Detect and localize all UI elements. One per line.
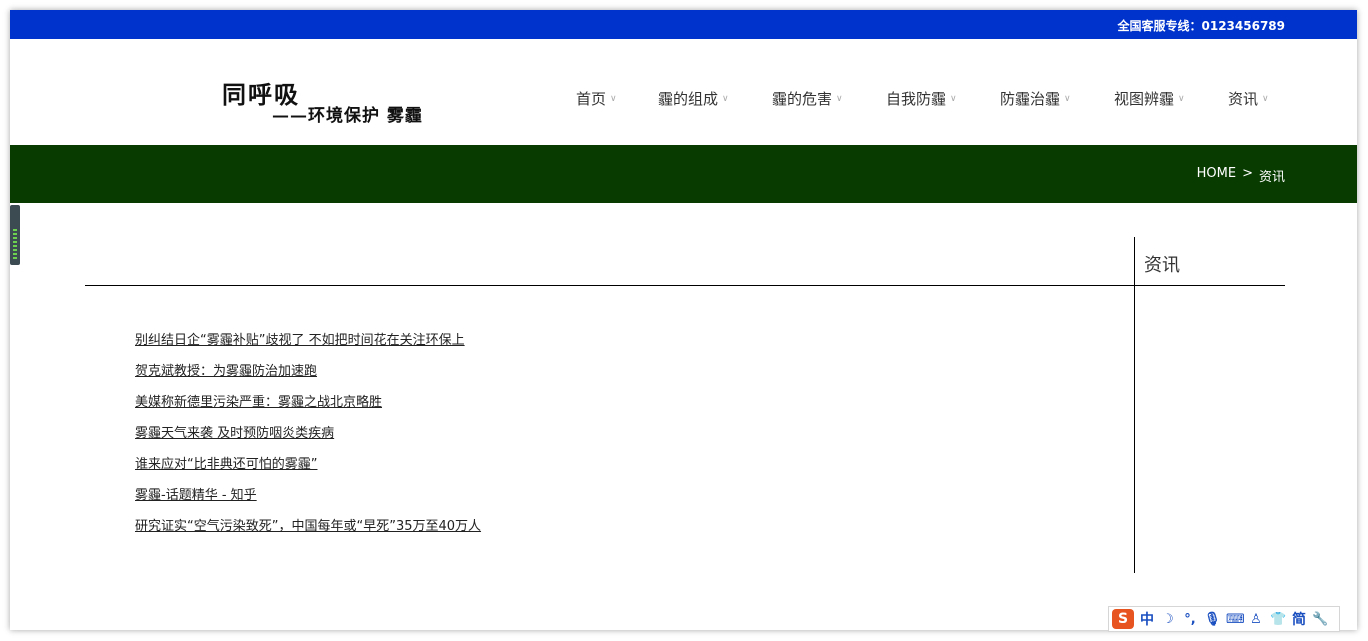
chevron-down-icon: ∨ bbox=[950, 94, 957, 104]
article-link[interactable]: 谁来应对“比非典还可怕的雾霾” bbox=[135, 457, 317, 472]
section-divider bbox=[85, 285, 1285, 286]
nav-label: 防霾治霾 bbox=[1000, 89, 1061, 108]
article-link[interactable]: 贺克斌教授：为雾霾防治加速跑 bbox=[135, 364, 317, 379]
punctuation-icon[interactable]: °, bbox=[1182, 612, 1198, 627]
chevron-down-icon: ∨ bbox=[836, 94, 843, 104]
page-banner: HOME > 资讯 bbox=[10, 145, 1357, 203]
nav-label: 霾的组成 bbox=[658, 89, 719, 108]
nav-item-view[interactable]: 视图辨霾 ∨ bbox=[1114, 88, 1228, 108]
top-bar: 全国客服专线：0123456789 bbox=[10, 10, 1357, 39]
nav-item-harm[interactable]: 霾的危害 ∨ bbox=[772, 88, 886, 108]
nav-item-home[interactable]: 首页 ∨ bbox=[576, 88, 658, 108]
keyboard-icon[interactable]: ⌨ bbox=[1226, 612, 1245, 627]
article-link[interactable]: 雾霾-话题精华 - 知乎 bbox=[135, 488, 257, 503]
browser-viewport: 全国客服专线：0123456789 同呼吸 ——环境保护 雾霾 首页 ∨ 霾的组成… bbox=[10, 10, 1357, 630]
hotline-text: 全国客服专线：0123456789 bbox=[1117, 19, 1286, 33]
nav-label: 自我防霾 bbox=[886, 89, 947, 108]
header: 同呼吸 ——环境保护 雾霾 首页 ∨ 霾的组成 ∨ 霾的危害 ∨ 自我防霾 ∨ 防霾治霾… bbox=[10, 39, 1357, 145]
nav-label: 首页 bbox=[576, 89, 607, 108]
list-item: 谁来应对“比非典还可怕的雾霾” bbox=[135, 453, 481, 484]
nav-label: 资讯 bbox=[1228, 89, 1259, 108]
nav-item-news[interactable]: 资讯 ∨ bbox=[1228, 88, 1288, 108]
user-icon[interactable]: ♙ bbox=[1248, 612, 1264, 627]
nav-item-composition[interactable]: 霾的组成 ∨ bbox=[658, 88, 772, 108]
article-link[interactable]: 别纠结日企“雾霾补贴”歧视了 不如把时间花在关注环保上 bbox=[135, 333, 465, 348]
nav-label: 视图辨霾 bbox=[1114, 89, 1175, 108]
chevron-down-icon: ∨ bbox=[610, 94, 617, 104]
article-link[interactable]: 雾霾天气来袭 及时预防咽炎类疾病 bbox=[135, 426, 334, 441]
logo-subtitle: ——环境保护 雾霾 bbox=[272, 106, 423, 126]
nav-item-governance[interactable]: 防霾治霾 ∨ bbox=[1000, 88, 1114, 108]
article-link[interactable]: 美媒称新德里污染严重：雾霾之战北京略胜 bbox=[135, 395, 382, 410]
ime-toolbar: S 中 ☽ °, 🎙 ⌨ ♙ 👕 简 🔧 bbox=[1108, 606, 1340, 632]
chevron-down-icon: ∨ bbox=[1262, 94, 1269, 104]
main-nav: 首页 ∨ 霾的组成 ∨ 霾的危害 ∨ 自我防霾 ∨ 防霾治霾 ∨ 视图辨霾 ∨ 资讯 ∨ bbox=[576, 88, 1288, 108]
article-list: 别纠结日企“雾霾补贴”歧视了 不如把时间花在关注环保上 贺克斌教授：为雾霾防治加… bbox=[135, 329, 481, 546]
sidebar-title: 资讯 bbox=[1144, 255, 1180, 276]
shirt-icon[interactable]: 👕 bbox=[1270, 612, 1286, 627]
nav-item-self-protection[interactable]: 自我防霾 ∨ bbox=[886, 88, 1000, 108]
list-item: 别纠结日企“雾霾补贴”歧视了 不如把时间花在关注环保上 bbox=[135, 329, 481, 360]
list-item: 贺克斌教授：为雾霾防治加速跑 bbox=[135, 360, 481, 391]
chevron-down-icon: ∨ bbox=[1064, 94, 1071, 104]
article-link[interactable]: 研究证实“空气污染致死”，中国每年或“早死”35万至40万人 bbox=[135, 519, 481, 534]
ime-mode-toggle[interactable]: 简 bbox=[1292, 609, 1306, 629]
list-item: 雾霾天气来袭 及时预防咽炎类疾病 bbox=[135, 422, 481, 453]
breadcrumb-separator: > bbox=[1242, 166, 1253, 181]
nav-label: 霾的危害 bbox=[772, 89, 833, 108]
moon-icon[interactable]: ☽ bbox=[1160, 612, 1176, 627]
ime-language-toggle[interactable]: 中 bbox=[1140, 609, 1154, 629]
list-item: 研究证实“空气污染致死”，中国每年或“早死”35万至40万人 bbox=[135, 515, 481, 546]
main-content: 资讯 别纠结日企“雾霾补贴”歧视了 不如把时间花在关注环保上 贺克斌教授：为雾霾… bbox=[10, 203, 1357, 630]
breadcrumb-current: 资讯 bbox=[1258, 170, 1285, 185]
sidebar-divider bbox=[1134, 237, 1135, 573]
breadcrumb: HOME > 资讯 bbox=[1197, 166, 1285, 185]
chevron-down-icon: ∨ bbox=[1178, 94, 1185, 104]
wrench-icon[interactable]: 🔧 bbox=[1312, 612, 1328, 627]
chevron-down-icon: ∨ bbox=[722, 94, 729, 104]
list-item: 美媒称新德里污染严重：雾霾之战北京略胜 bbox=[135, 391, 481, 422]
microphone-icon[interactable]: 🎙 bbox=[1204, 612, 1221, 627]
list-item: 雾霾-话题精华 - 知乎 bbox=[135, 484, 481, 515]
side-drag-handle[interactable] bbox=[10, 205, 20, 265]
breadcrumb-home-link[interactable]: HOME bbox=[1197, 166, 1236, 185]
ime-logo-icon[interactable]: S bbox=[1112, 609, 1134, 629]
